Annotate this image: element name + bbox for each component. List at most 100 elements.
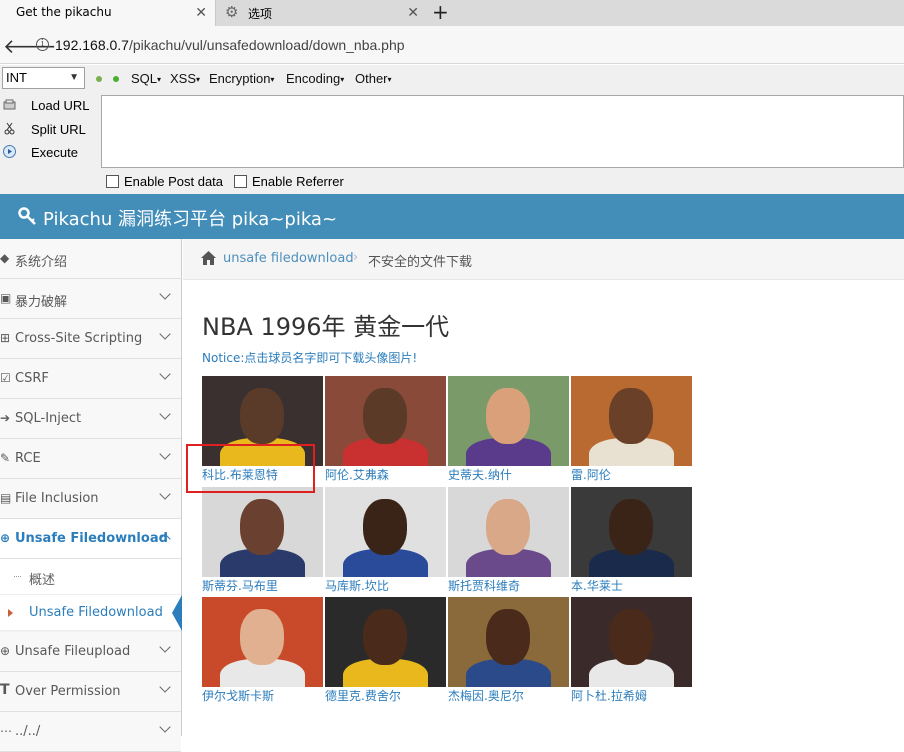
info-icon[interactable]: i (36, 38, 49, 51)
grid-icon: ⊞ (0, 331, 11, 345)
checkbox-box[interactable] (106, 175, 119, 188)
chevron-down-icon (159, 448, 171, 460)
close-icon[interactable]: ✕ (407, 5, 419, 21)
sidebar-subitem-overview[interactable]: 概述 (0, 559, 181, 595)
menu-encoding[interactable]: Encoding▾ (286, 71, 344, 86)
checkbox-box[interactable] (234, 175, 247, 188)
url-bar: 🡐 i 192.168.0.7/pikachu/vul/unsafedownlo… (0, 26, 904, 64)
menu-other[interactable]: Other▾ (355, 71, 392, 86)
menu-sql[interactable]: SQL▾ (131, 71, 161, 86)
sidebar-item-sql-inject[interactable]: ➔ SQL-Inject (0, 399, 181, 439)
enable-post-data-checkbox[interactable]: Enable Post data (106, 174, 223, 189)
sidebar-item-unsafe-filedownload[interactable]: ⊕ Unsafe Filedownload (0, 519, 181, 559)
site-title[interactable]: Pikachu 漏洞练习平台 pika~pika~ (43, 205, 337, 231)
player-face (363, 609, 407, 665)
sidebar-item-over-permission[interactable]: T Over Permission (0, 672, 181, 712)
chevron-down-icon (159, 681, 171, 693)
player-photo (202, 597, 323, 687)
home-icon[interactable] (200, 250, 217, 266)
execute-button[interactable]: Execute (0, 142, 100, 164)
chevron-down-icon (159, 408, 171, 420)
split-url-button[interactable]: Split URL (0, 119, 100, 141)
breadcrumb-link[interactable]: unsafe filedownload (223, 251, 354, 266)
url-path: /pikachu/vul/unsafedownload/down_nba.php (128, 37, 405, 53)
player-name-link[interactable]: 阿伦.艾弗森 (325, 467, 447, 484)
player-photo (448, 597, 569, 687)
minus-icon[interactable] (96, 76, 102, 82)
chevron-down-icon (159, 488, 171, 500)
tab-label: 选项 (248, 7, 273, 21)
scissors-icon (4, 122, 15, 135)
player-name-link[interactable]: 伊尔戈斯卡斯 (202, 688, 324, 705)
tag-icon: ◆ (0, 251, 10, 265)
player-photo (325, 487, 446, 577)
player-face (609, 609, 653, 665)
arrow-icon: ➔ (0, 411, 11, 425)
play-icon (3, 145, 16, 158)
chevron-down-icon (159, 641, 171, 653)
sidebar-item-brute-force[interactable]: ▣ 暴力破解 (0, 279, 181, 319)
browser-tab-bar: Get the pikachu ✕ ⚙ 选项 ✕ + (0, 0, 904, 26)
player-face (486, 609, 530, 665)
chevron-down-icon (159, 288, 171, 300)
player-face (240, 499, 284, 555)
type-select[interactable]: INT ▼ (2, 67, 85, 89)
player-photo (571, 376, 692, 466)
enable-referrer-checkbox[interactable]: Enable Referrer (234, 174, 344, 189)
tab-options[interactable]: ⚙ 选项 ✕ (217, 0, 427, 26)
player-photo (202, 487, 323, 577)
player-card: 杰梅因.奥尼尔 (448, 597, 570, 705)
player-name-link[interactable]: 马库斯.坎比 (325, 578, 447, 595)
highlight-box (186, 444, 315, 493)
sidebar-item-file-inclusion[interactable]: ▤ File Inclusion (0, 479, 181, 519)
player-name-link[interactable]: 本.华莱士 (571, 578, 693, 595)
breadcrumb-separator: › (353, 250, 359, 265)
player-photo (448, 487, 569, 577)
tab-get-the-pikachu[interactable]: Get the pikachu ✕ (0, 0, 216, 26)
player-name-link[interactable]: 阿卜杜.拉希姆 (571, 688, 693, 705)
menu-encryption[interactable]: Encryption▾ (209, 71, 274, 86)
player-card: 伊尔戈斯卡斯 (202, 597, 324, 705)
player-name-link[interactable]: 史蒂夫.纳什 (448, 467, 570, 484)
notice-text: Notice:点击球员名字即可下载头像图片! (202, 351, 418, 365)
gear-icon: ⚙ (225, 3, 239, 21)
load-url-icon (3, 99, 16, 110)
address-field[interactable]: 192.168.0.7/pikachu/vul/unsafedownload/d… (55, 37, 405, 53)
sidebar-subitem-unsafe-filedownload[interactable]: Unsafe Filedownload (0, 595, 182, 631)
player-photo (325, 597, 446, 687)
player-card: 马库斯.坎比 (325, 487, 447, 595)
edit-icon: ☑ (0, 371, 11, 385)
type-select-value: INT (6, 70, 27, 85)
menu-xss[interactable]: XSS▾ (170, 71, 200, 86)
player-name-link[interactable]: 斯蒂芬.马布里 (202, 578, 324, 595)
load-url-button[interactable]: Load URL (0, 95, 100, 117)
url-textarea[interactable] (101, 95, 904, 168)
lock-icon: ▣ (0, 291, 12, 305)
url-host: 192.168.0.7 (55, 37, 129, 53)
player-face (486, 388, 530, 444)
download-icon: ⊕ (0, 531, 11, 545)
new-tab-plus-icon[interactable]: + (432, 1, 449, 23)
close-icon[interactable]: ✕ (195, 5, 207, 21)
player-card: 雷.阿伦 (571, 376, 693, 484)
player-name-link[interactable]: 斯托贾科维奇 (448, 578, 570, 595)
sidebar-item-rce[interactable]: ✎ RCE (0, 439, 181, 479)
sidebar-item-unsafe-fileupload[interactable]: ⊕ Unsafe Fileupload (0, 632, 181, 672)
player-card: 阿伦.艾弗森 (325, 376, 447, 484)
sidebar-item-csrf[interactable]: ☑ CSRF (0, 359, 181, 399)
player-name-link[interactable]: 雷.阿伦 (571, 467, 693, 484)
player-face (240, 388, 284, 444)
sidebar: ◆ 系统介绍 ▣ 暴力破解 ⊞ Cross-Site Scripting ☑ C… (0, 239, 182, 752)
sidebar-item-dir-traversal[interactable]: ⋯ ../../ (0, 712, 181, 752)
plus-icon[interactable] (113, 76, 119, 82)
chevron-down-icon (159, 721, 171, 733)
text-icon: T (0, 682, 10, 698)
upload-icon: ⊕ (0, 644, 11, 658)
player-photo (448, 376, 569, 466)
player-name-link[interactable]: 德里克.费舍尔 (325, 688, 447, 705)
site-header: Pikachu 漏洞练习平台 pika~pika~ (0, 194, 904, 239)
sidebar-item-xss[interactable]: ⊞ Cross-Site Scripting (0, 319, 181, 359)
player-card: 德里克.费舍尔 (325, 597, 447, 705)
player-name-link[interactable]: 杰梅因.奥尼尔 (448, 688, 570, 705)
sidebar-item-intro[interactable]: ◆ 系统介绍 (0, 239, 181, 279)
